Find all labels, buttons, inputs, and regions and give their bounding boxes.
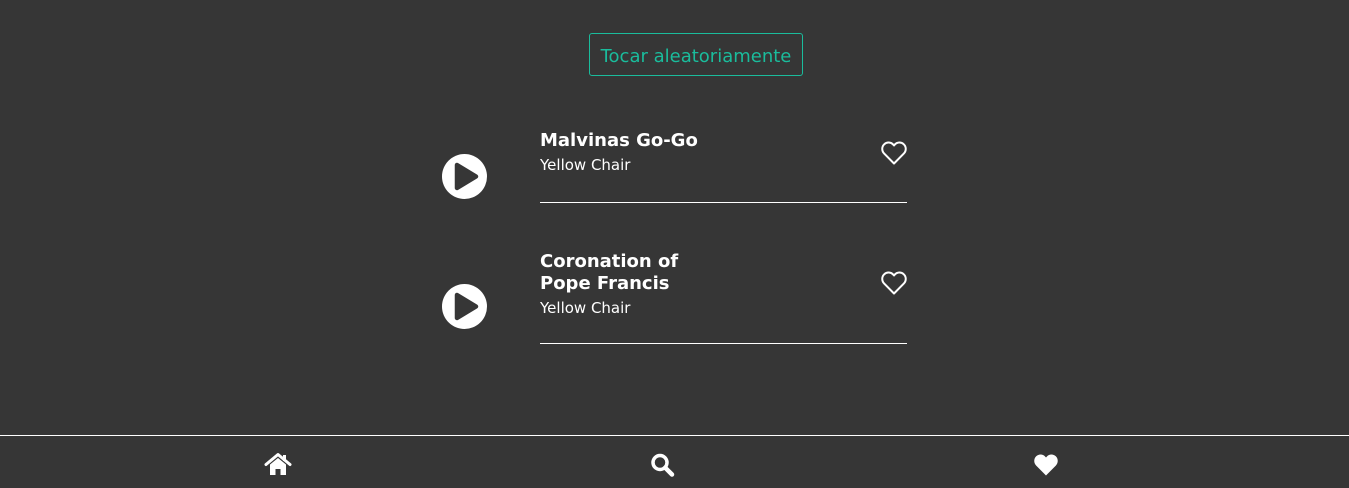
track-artist: Yellow Chair — [540, 299, 631, 317]
track-item: Coronation of Pope Francis Yellow Chair — [442, 251, 908, 344]
track-title: Malvinas Go-Go — [540, 130, 698, 151]
nav-search-button[interactable] — [649, 452, 677, 478]
heart-outline-icon — [881, 141, 907, 165]
playlist-page: Tocar aleatoriamente Malvinas Go-Go Yell… — [0, 0, 1349, 488]
track-title: Coronation of Pope Francis — [540, 251, 679, 294]
home-icon — [264, 453, 292, 475]
track-divider — [540, 202, 907, 203]
play-icon — [454, 292, 479, 321]
play-icon — [454, 162, 479, 191]
track-artist: Yellow Chair — [540, 156, 631, 174]
heart-outline-icon — [881, 271, 907, 295]
play-button[interactable] — [442, 154, 487, 199]
nav-home-button[interactable] — [264, 452, 292, 478]
play-button[interactable] — [442, 284, 487, 329]
heart-icon — [1034, 454, 1058, 476]
track-info: Malvinas Go-Go Yellow Chair — [540, 130, 780, 176]
shuffle-play-button[interactable]: Tocar aleatoriamente — [589, 33, 803, 76]
track-info: Coronation of Pope Francis Yellow Chair — [540, 251, 730, 319]
bottom-nav — [0, 435, 1349, 488]
favorite-button[interactable] — [880, 270, 908, 296]
track-divider — [540, 343, 907, 344]
track-item: Malvinas Go-Go Yellow Chair — [442, 130, 908, 203]
nav-favorites-button[interactable] — [1032, 452, 1060, 478]
search-icon — [651, 453, 675, 477]
favorite-button[interactable] — [880, 140, 908, 166]
